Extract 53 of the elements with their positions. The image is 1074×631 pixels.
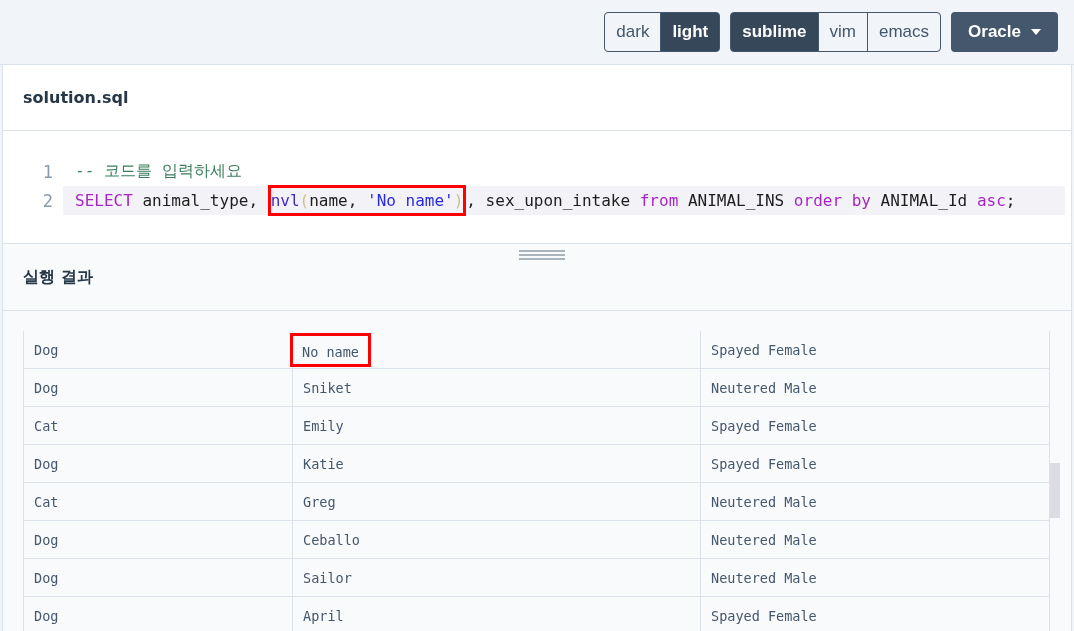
table-cell: Dog bbox=[34, 341, 59, 358]
table-cell: Spayed Female bbox=[711, 341, 817, 358]
code-token: ) bbox=[453, 191, 464, 210]
keymap-toggle[interactable]: sublime bbox=[730, 12, 819, 52]
code-token: -- 코드를 입력하세요 bbox=[75, 161, 242, 182]
result-title: 실행 결과 bbox=[23, 266, 93, 288]
table-cell: Ceballo bbox=[303, 531, 360, 548]
table-cell: Dog bbox=[34, 455, 59, 472]
code-token: ; bbox=[1005, 191, 1016, 210]
code-token: animal_type, bbox=[141, 191, 260, 210]
code-token: name, bbox=[309, 191, 359, 210]
table-cell: Spayed Female bbox=[711, 417, 817, 434]
code-token: ANIMAL_INS bbox=[686, 191, 786, 210]
code-token: order by bbox=[793, 191, 871, 210]
table-cell: Dog bbox=[34, 607, 59, 624]
table-cell: Spayed Female bbox=[711, 455, 817, 472]
keymap-toggle[interactable]: emacs bbox=[867, 12, 942, 52]
language-dropdown[interactable]: Oracle bbox=[951, 12, 1058, 52]
code-token: nvl bbox=[270, 191, 300, 210]
resize-handle[interactable] bbox=[519, 250, 565, 262]
table-cell: Sniket bbox=[303, 379, 352, 396]
scrollbar-thumb[interactable] bbox=[1050, 463, 1060, 518]
table-cell: Katie bbox=[303, 455, 344, 472]
file-name: solution.sql bbox=[23, 88, 129, 107]
code-token: ANIMAL_Id bbox=[879, 191, 969, 210]
code-token: from bbox=[639, 191, 679, 210]
table-cell: Cat bbox=[34, 493, 59, 510]
table-cell: Greg bbox=[303, 493, 336, 510]
code-token: 'No name' bbox=[367, 191, 454, 210]
table-cell: Spayed Female bbox=[711, 607, 817, 624]
table-cell: Cat bbox=[34, 417, 59, 434]
table-cell: Dog bbox=[34, 379, 59, 396]
code-token: SELECT bbox=[75, 191, 133, 210]
caret-icon bbox=[1031, 29, 1041, 35]
table-cell: Neutered Male bbox=[711, 493, 817, 510]
table-cell: Dog bbox=[34, 531, 59, 548]
table-cell: Emily bbox=[303, 417, 344, 434]
table-cell: Dog bbox=[34, 569, 59, 586]
code-token: ( bbox=[299, 191, 310, 210]
line-number: 2 bbox=[41, 190, 54, 211]
table-cell: Sailor bbox=[303, 569, 352, 586]
code-token: , sex_upon_intake bbox=[466, 191, 632, 210]
table-cell: Neutered Male bbox=[711, 569, 817, 586]
theme-toggle[interactable]: light bbox=[660, 12, 721, 52]
table-cell: Neutered Male bbox=[711, 531, 817, 548]
line-number: 1 bbox=[41, 161, 54, 182]
table-cell: April bbox=[303, 607, 344, 624]
code-editor[interactable]: 1 -- 코드를 입력하세요 2 SELECT animal_type, nvl(name, 'No name') , sex_upon_intake from ANIMAL_INS order by ANIMAL_Id asc; bbox=[3, 131, 1071, 244]
table-cell: Neutered Male bbox=[711, 379, 817, 396]
table-cell: No name bbox=[290, 332, 371, 367]
code-token: asc bbox=[976, 191, 1006, 210]
theme-toggle[interactable]: dark bbox=[604, 12, 662, 52]
keymap-toggle[interactable]: vim bbox=[817, 12, 868, 52]
